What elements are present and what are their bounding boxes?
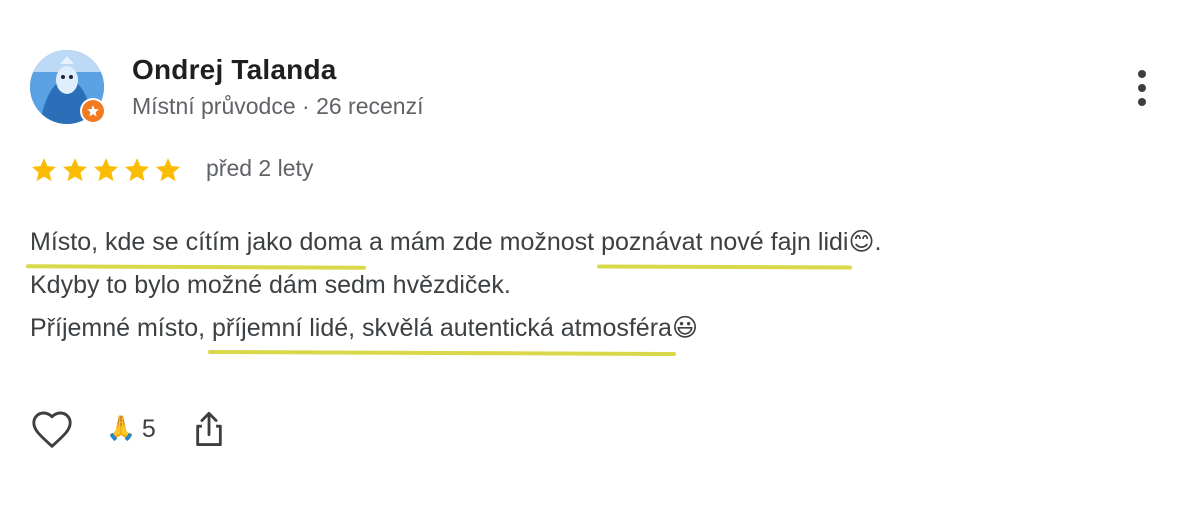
review-text: Místo, kde se cítím jako doma a mám zde … [30,221,881,350]
review-line-2: Kdyby to bylo možné dám sedm hvězdiček. [30,264,881,307]
reaction-button[interactable]: 🙏 5 [106,415,156,444]
author-meta[interactable]: Místní průvodce · 26 recenzí [132,93,423,120]
review-line-3: Příjemné místo, příjemní lidé, skvělá au… [30,307,881,350]
star-icon [93,158,119,182]
author-avatar[interactable] [30,50,106,124]
review-line-1: Místo, kde se cítím jako doma a mám zde … [30,221,881,264]
review-text-segment: Příjemné místo, [30,314,212,342]
pray-emoji-icon: 🙏 [106,415,136,442]
author-name[interactable]: Ondrej Talanda [132,54,337,86]
more-vert-icon [1138,70,1146,78]
local-guide-badge-icon [80,98,106,124]
heart-outline-icon [32,411,72,448]
star-icon [62,158,88,182]
review-text-segment: 😃 [671,314,698,342]
review-text-segment: a mám zde možnost [362,228,602,256]
highlighted-phrase: poznávat nové fajn lidi [601,221,848,264]
review-text-segment: Kdyby to bylo možné dám sedm hvězdiček. [30,271,511,299]
review-text-segment: 😊. [848,228,882,256]
more-options-button[interactable] [1126,66,1158,110]
star-icon [124,158,150,182]
reaction-count: 5 [141,414,156,443]
star-icon [31,158,57,182]
star-icon [155,158,181,182]
review-actions: 🙏 5 [30,405,232,453]
like-button[interactable] [30,407,78,451]
share-button[interactable] [192,407,232,451]
highlighted-phrase: Místo, kde se cítím jako doma [30,221,362,264]
star-rating [30,156,182,186]
share-icon [196,412,222,447]
highlighted-phrase: příjemní lidé, skvělá autentická atmosfé… [212,307,672,350]
review-date: před 2 lety [206,155,314,181]
